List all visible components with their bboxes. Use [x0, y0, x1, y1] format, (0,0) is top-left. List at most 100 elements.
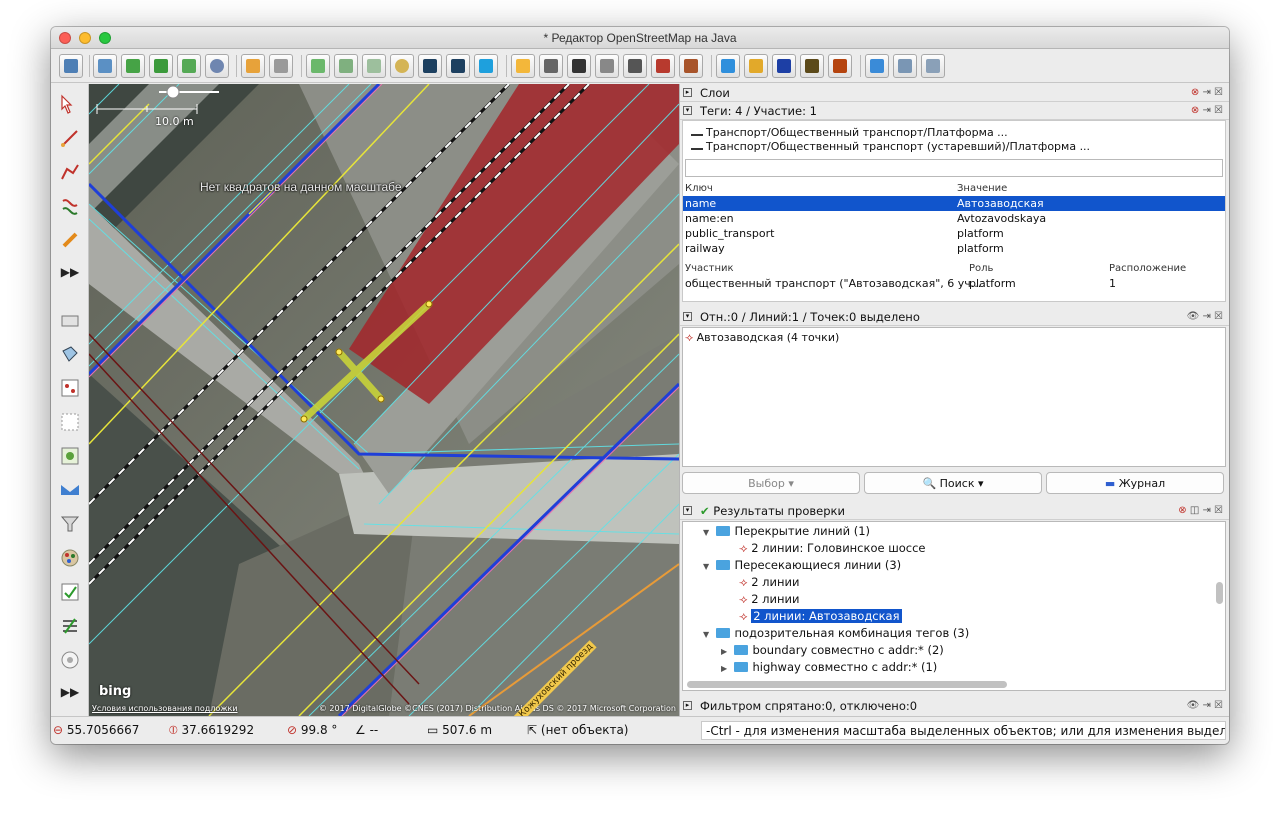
tree-folder-crossing[interactable]: ▼ Пересекающиеся линии (3)	[703, 557, 901, 574]
select-button[interactable]: Выбор ▾	[682, 472, 860, 494]
shop-preset-button[interactable]	[744, 54, 768, 78]
role-column-header[interactable]: Роль	[969, 261, 993, 276]
download-button[interactable]	[121, 54, 145, 78]
toolbar-separator	[301, 55, 302, 77]
preset-link[interactable]: Транспорт/Общественный транспорт (устаре…	[691, 139, 1229, 154]
tag-row[interactable]: public_transport platform	[683, 226, 1225, 241]
transport-preset-button[interactable]	[595, 54, 619, 78]
waterway-preset-button[interactable]	[865, 54, 889, 78]
parallel-way-icon[interactable]	[57, 194, 83, 218]
filter-toggle-icon[interactable]	[57, 512, 83, 536]
title-bar: * Редактор OpenStreetMap на Java	[51, 27, 1229, 49]
minimize-window-button[interactable]	[79, 32, 91, 44]
stop-preset-button[interactable]	[623, 54, 647, 78]
terms-of-use-link[interactable]: Условия использования подложки	[92, 704, 238, 713]
selection-panel-header[interactable]: ▾ Отн.:0 / Линий:1 / Точек:0 выделено 👁 …	[680, 308, 1229, 326]
horizontal-scrollbar[interactable]	[687, 681, 1007, 688]
tree-folder-highway[interactable]: ▶ highway совместно с addr:* (1)	[721, 659, 937, 676]
expand-toggle-icon[interactable]: ▸	[683, 88, 692, 97]
selection-list-icon[interactable]	[57, 410, 83, 434]
longitude-icon: ⦶	[169, 723, 178, 737]
layers-panel-header[interactable]: ▸ Слои ⊗ ⇥ ☒	[680, 84, 1229, 102]
validation-toggle-icon[interactable]	[57, 580, 83, 604]
relations-toggle-icon[interactable]	[57, 376, 83, 400]
freehand-draw-icon[interactable]	[57, 228, 83, 252]
tree-folder-suspicious-tags[interactable]: ▼ подозрительная комбинация тегов (3)	[703, 625, 969, 642]
selection-list-item[interactable]: ⟢ Автозаводская (4 точки)	[685, 330, 1227, 345]
vertical-scrollbar[interactable]	[1216, 582, 1223, 604]
improve-way-icon[interactable]	[57, 160, 83, 184]
zoom-in-button[interactable]	[390, 54, 414, 78]
zoom-to-data-button[interactable]	[306, 54, 330, 78]
open-file-button[interactable]	[59, 54, 83, 78]
search-preset-button[interactable]	[893, 54, 917, 78]
bed-preset-button[interactable]	[716, 54, 740, 78]
street-preset-button[interactable]	[539, 54, 563, 78]
tree-item-way[interactable]: ⟢ 2 линии	[739, 574, 799, 591]
changeset-toggle-icon[interactable]	[57, 614, 83, 638]
peak-preset-button[interactable]	[828, 54, 852, 78]
tag-row[interactable]: name Автозаводская	[683, 196, 1225, 211]
split-way-button[interactable]	[418, 54, 442, 78]
update-data-button[interactable]	[205, 54, 229, 78]
member-column-header[interactable]: Участник	[685, 261, 734, 276]
value-column-header[interactable]: Значение	[957, 181, 1007, 196]
position-column-header[interactable]: Расположение	[1109, 261, 1186, 276]
panel-controls-icon[interactable]: ⊗ ◫ ⇥ ☒	[1178, 502, 1223, 520]
layers-toggle-icon[interactable]	[57, 309, 83, 333]
panel-controls-icon[interactable]: ⊗ ⇥ ☒	[1191, 84, 1223, 102]
validation-panel-header[interactable]: ▾ ✔ Результаты проверки ⊗ ◫ ⇥ ☒	[680, 502, 1229, 520]
member-row[interactable]: общественный транспорт ("Автозаводская",…	[683, 276, 1225, 291]
search-tag-button[interactable]	[921, 54, 945, 78]
history-button[interactable]: ▬ Журнал	[1046, 472, 1224, 494]
industrial-preset-button[interactable]	[800, 54, 824, 78]
tag-row[interactable]: name:en Avtozavodskaya	[683, 211, 1225, 226]
wms-button[interactable]	[362, 54, 386, 78]
imagery-button[interactable]	[334, 54, 358, 78]
info-preset-button[interactable]	[772, 54, 796, 78]
undo-button[interactable]	[241, 54, 265, 78]
panel-controls-icon[interactable]: 👁 ⇥ ☒	[1187, 308, 1223, 326]
road-preset-button[interactable]	[511, 54, 535, 78]
fence-preset-button[interactable]	[679, 54, 703, 78]
zoom-window-button[interactable]	[99, 32, 111, 44]
tree-item-way[interactable]: ⟢ 2 линии	[739, 591, 799, 608]
collapse-toggle-icon[interactable]: ▾	[683, 506, 692, 515]
preset-search-input[interactable]	[685, 159, 1223, 177]
draw-way-icon[interactable]	[57, 126, 83, 150]
map-canvas[interactable]	[89, 84, 679, 716]
preset-link[interactable]: Транспорт/Общественный транспорт/Платфор…	[691, 125, 1229, 140]
expand-toggle-icon[interactable]: ▸	[683, 701, 692, 710]
key-column-header[interactable]: Ключ	[685, 181, 713, 196]
download-in-view-button[interactable]	[149, 54, 173, 78]
tree-item-way[interactable]: ⟢ 2 линии: Головинское шоссе	[739, 540, 926, 557]
combine-way-button[interactable]	[446, 54, 470, 78]
close-window-button[interactable]	[59, 32, 71, 44]
search-button[interactable]: 🔍 Поиск ▾	[864, 472, 1042, 494]
notes-toggle-icon[interactable]	[57, 648, 83, 672]
bing-imagery-button[interactable]	[474, 54, 498, 78]
tag-row[interactable]: railway platform	[683, 241, 1225, 256]
history-toggle-icon[interactable]	[57, 444, 83, 468]
more-tools-icon[interactable]: ▶▶	[57, 260, 83, 284]
panel-controls-icon[interactable]: 👁 ⇥ ☒	[1187, 697, 1223, 715]
wall-preset-button[interactable]	[651, 54, 675, 78]
redo-button[interactable]	[269, 54, 293, 78]
conflict-toggle-icon[interactable]	[57, 478, 83, 502]
map-paint-styles-icon[interactable]	[57, 546, 83, 570]
filter-panel-header[interactable]: ▸ Фильтром спрятано:0, отключено:0 👁 ⇥ ☒	[680, 697, 1229, 715]
tags-toggle-icon[interactable]	[57, 342, 83, 366]
collapse-toggle-icon[interactable]: ▾	[683, 106, 692, 115]
tree-folder-overlapping[interactable]: ▼ Перекрытие линий (1)	[703, 523, 870, 540]
tree-item-way-selected[interactable]: ⟢ 2 линии: Автозаводская	[739, 608, 902, 625]
tags-panel-header[interactable]: ▾ Теги: 4 / Участие: 1 ⊗ ⇥ ☒	[680, 102, 1229, 120]
more-dialogs-icon[interactable]: ▶▶	[57, 680, 83, 704]
select-mode-icon[interactable]	[57, 92, 83, 116]
railway-preset-button[interactable]	[567, 54, 591, 78]
collapse-toggle-icon[interactable]: ▾	[683, 312, 692, 321]
upload-button[interactable]	[177, 54, 201, 78]
open-location-button[interactable]	[93, 54, 117, 78]
tree-folder-boundary[interactable]: ▶ boundary совместно с addr:* (2)	[721, 642, 944, 659]
map-view[interactable]: 10.0 m Нет квадратов на данном масштабе …	[89, 84, 679, 716]
panel-controls-icon[interactable]: ⊗ ⇥ ☒	[1191, 102, 1223, 120]
